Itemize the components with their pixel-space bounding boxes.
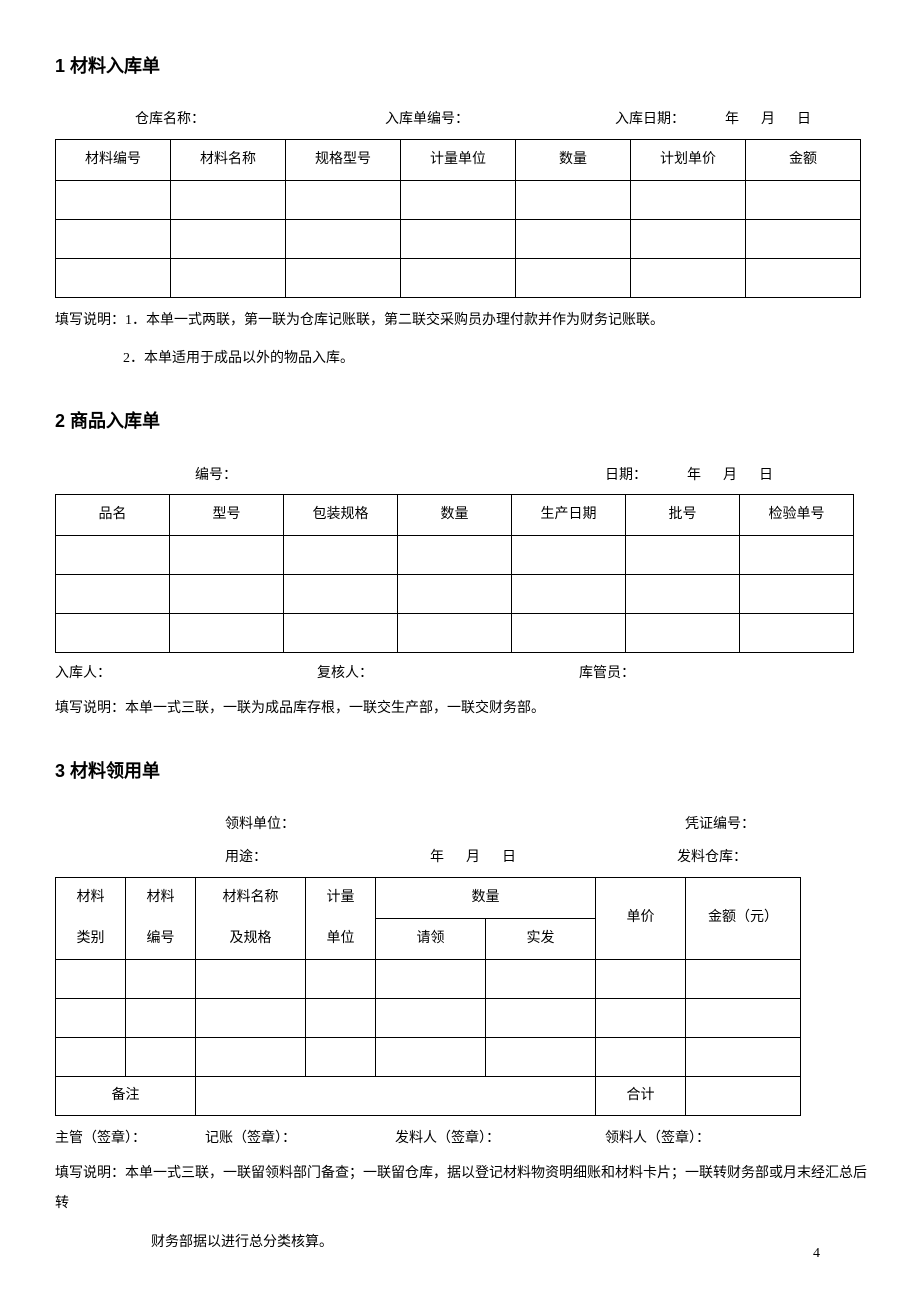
section-1-note-2: 2．本单适用于成品以外的物品入库。 [123,344,880,375]
date-label: 日期： [605,463,647,488]
date-label: 入库日期： [615,107,685,132]
th: 类别 [56,918,126,959]
table-row-remark: 备注 合计 [56,1076,801,1115]
th: 批号 [626,494,740,535]
remark-cell: 备注 [56,1076,196,1115]
th: 型号 [170,494,284,535]
table-3: 材料 材料 材料名称 计量 数量 单价 金额（元） 类别 编号 及规格 单位 请… [55,877,801,1116]
table-1: 材料编号 材料名称 规格型号 计量单位 数量 计划单价 金额 [55,139,861,298]
total-cell: 合计 [596,1076,686,1115]
year: 年 [725,107,739,132]
month: 月 [723,463,737,488]
year: 年 [687,463,701,488]
th: 计划单价 [631,139,746,180]
section-2-note: 填写说明：本单一式三联，一联为成品库存根，一联交生产部，一联交财务部。 [55,694,880,725]
voucher-label: 凭证编号： [685,812,755,837]
th: 单价 [596,877,686,959]
section-3-meta-2: 用途： 年 月 日 发料仓库： [55,845,880,870]
day: 日 [502,845,677,870]
th: 数量 [376,877,596,918]
year: 年 [430,845,444,870]
sign-c: 库管员： [579,661,635,686]
section-1-title: 1 材料入库单 [55,50,880,82]
day: 日 [759,463,773,488]
th: 材料 [56,877,126,918]
th: 品名 [56,494,170,535]
th: 检验单号 [740,494,854,535]
section-2-title: 2 商品入库单 [55,405,880,437]
th: 材料名称 [196,877,306,918]
th: 计量 [306,877,376,918]
section-3-signatures: 主管（签章）： 记账（签章）： 发料人（签章）： 领料人（签章）： [55,1126,800,1151]
th: 编号 [126,918,196,959]
th: 实发 [486,918,596,959]
warehouse-label: 发料仓库： [677,845,747,870]
section-3-note-2: 财务部据以进行总分类核算。 [151,1228,880,1259]
section-3-title: 3 材料领用单 [55,755,880,787]
table-row [56,959,801,998]
table-row [56,180,861,219]
table-row [56,574,854,613]
month: 月 [761,107,775,132]
th: 请领 [376,918,486,959]
section-3-meta-1: 领料单位： 凭证编号： [55,812,880,837]
th: 金额（元） [686,877,801,959]
form-no-label: 编号： [195,463,605,488]
th: 及规格 [196,918,306,959]
day: 日 [797,107,811,132]
sign-b: 记账（签章）： [205,1126,395,1151]
th: 数量 [398,494,512,535]
section-3-note-1: 填写说明：本单一式三联，一联留领料部门备查；一联留仓库，据以登记材料物资明细账和… [55,1159,880,1221]
month: 月 [466,845,480,870]
sign-a: 主管（签章）： [55,1126,205,1151]
th: 数量 [516,139,631,180]
table-row [56,613,854,652]
th: 材料 [126,877,196,918]
section-1-note-1: 填写说明：1．本单一式两联，第一联为仓库记账联，第二联交采购员办理付款并作为财务… [55,306,880,337]
usage-label: 用途： [225,845,430,870]
table-row [56,258,861,297]
table-row [56,1037,801,1076]
table-2: 品名 型号 包装规格 数量 生产日期 批号 检验单号 [55,494,854,653]
table-row [56,535,854,574]
th: 材料编号 [56,139,171,180]
th: 材料名称 [171,139,286,180]
warehouse-label: 仓库名称： [135,107,385,132]
section-2-meta: 编号： 日期： 年 月 日 [55,463,880,488]
th: 金额 [746,139,861,180]
th: 计量单位 [401,139,516,180]
sign-a: 入库人： [55,661,111,686]
sign-d: 领料人（签章）： [605,1126,710,1151]
sign-c: 发料人（签章）： [395,1126,605,1151]
table-row [56,998,801,1037]
sign-b: 复核人： [317,661,373,686]
unit-label: 领料单位： [225,812,685,837]
th: 生产日期 [512,494,626,535]
th: 规格型号 [286,139,401,180]
page-number: 4 [813,1241,820,1266]
section-2-signatures: 入库人： 复核人： 库管员： [55,661,635,686]
th: 单位 [306,918,376,959]
form-no-label: 入库单编号： [385,107,615,132]
section-1-meta: 仓库名称： 入库单编号： 入库日期： 年 月 日 [55,107,880,132]
table-row [56,219,861,258]
th: 包装规格 [284,494,398,535]
